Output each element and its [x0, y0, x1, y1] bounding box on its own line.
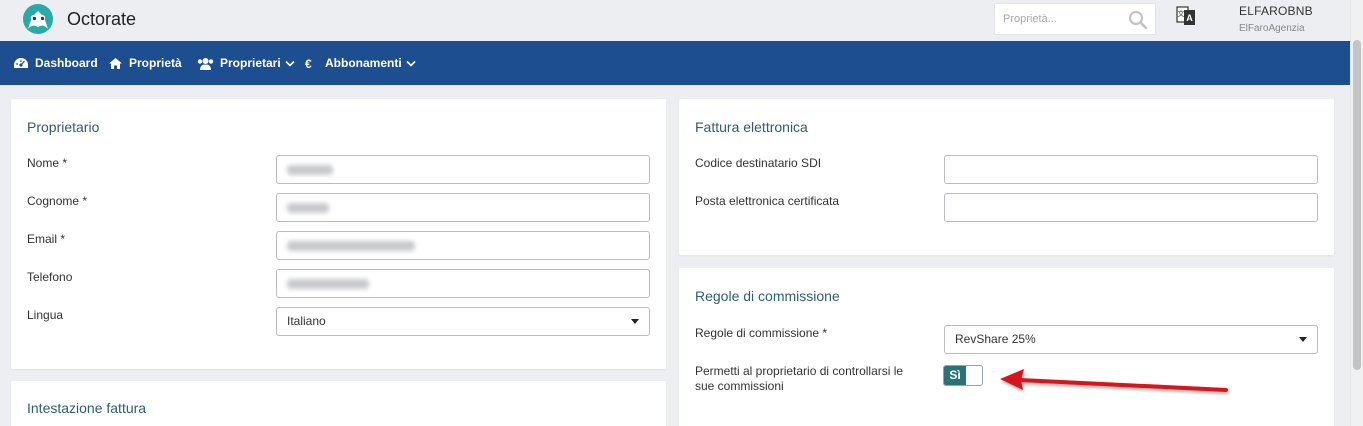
main-navbar: Dashboard Proprietà Proprietari € Abbona…: [0, 41, 1350, 85]
svg-text:€: €: [305, 57, 312, 70]
nav-subscriptions[interactable]: € Abbonamenti: [304, 41, 416, 85]
brand-name[interactable]: Octorate: [67, 9, 136, 30]
svg-text:文: 文: [1178, 9, 1185, 18]
sdi-code-input[interactable]: [944, 155, 1318, 184]
commission-permission-label: Permetti al proprietario di controllarsi…: [695, 364, 904, 393]
email-label: Email *: [27, 232, 66, 246]
commission-rule-select[interactable]: RevShare 25%: [944, 325, 1318, 354]
commission-panel: Regole di commissione Regole di commissi…: [679, 268, 1334, 426]
phone-label: Telefono: [27, 270, 73, 284]
language-select-value: Italiano: [287, 314, 326, 328]
language-icon[interactable]: A 文: [1176, 6, 1196, 26]
sdi-code-label: Codice destinatario SDI: [695, 156, 822, 170]
chevron-down-icon: [406, 60, 416, 67]
user-agency: ElFaroAgenzia: [1239, 23, 1305, 34]
dashboard-icon: [14, 57, 28, 68]
first-name-label: Nome *: [27, 156, 68, 170]
page-scrollbar[interactable]: [1350, 0, 1363, 426]
toggle-on-label: Sì: [944, 366, 966, 385]
nav-owners[interactable]: Proprietari: [197, 41, 295, 85]
redacted-value: [287, 279, 369, 289]
nav-dashboard-label: Dashboard: [35, 56, 98, 70]
redacted-value: [287, 203, 329, 213]
phone-input[interactable]: [276, 269, 650, 298]
owner-panel-title: Proprietario: [27, 119, 100, 135]
property-search[interactable]: [994, 3, 1156, 35]
svg-text:A: A: [1186, 13, 1193, 23]
last-name-input[interactable]: [276, 193, 650, 222]
scrollbar-thumb[interactable]: [1353, 40, 1361, 370]
pec-input[interactable]: [944, 193, 1318, 222]
nav-properties[interactable]: Proprietà: [108, 41, 182, 85]
search-icon[interactable]: [1128, 10, 1148, 30]
caret-down-icon: [1299, 337, 1307, 342]
caret-down-icon: [631, 319, 639, 324]
nav-owners-label: Proprietari: [220, 56, 281, 70]
commission-panel-title: Regole di commissione: [695, 288, 840, 304]
top-header: Octorate A 文 ELFAROBNB ElFaroAgenzia: [0, 0, 1363, 41]
email-input[interactable]: [276, 231, 650, 260]
property-search-input[interactable]: [995, 4, 1123, 34]
invoice-header-panel-title: Intestazione fattura: [27, 400, 147, 416]
language-select[interactable]: Italiano: [276, 307, 650, 336]
language-label: Lingua: [27, 308, 64, 322]
home-icon: [109, 57, 122, 69]
octorate-logo[interactable]: [22, 3, 54, 35]
invoice-header-panel: Intestazione fattura: [11, 381, 666, 426]
commission-rule-value: RevShare 25%: [955, 332, 1036, 346]
nav-dashboard[interactable]: Dashboard: [13, 41, 98, 85]
einvoice-panel: Fattura elettronica Codice destinatario …: [679, 99, 1334, 255]
annotation-arrow-icon: [1000, 369, 1228, 392]
chevron-down-icon: [285, 60, 295, 67]
commission-permission-toggle[interactable]: Sì: [943, 365, 983, 386]
last-name-label: Cognome *: [27, 194, 88, 208]
pec-label: Posta elettronica certificata: [695, 194, 840, 208]
einvoice-panel-title: Fattura elettronica: [695, 119, 808, 135]
first-name-input[interactable]: [276, 155, 650, 184]
nav-subscriptions-label: Abbonamenti: [325, 56, 402, 70]
euro-icon: €: [305, 57, 312, 70]
redacted-value: [287, 241, 415, 251]
commission-rule-label: Regole di commissione *: [695, 326, 828, 340]
users-icon: [197, 57, 214, 70]
owner-panel: Proprietario Nome * Cognome * Email * Te…: [11, 99, 666, 369]
user-name[interactable]: ELFAROBNB: [1239, 4, 1313, 18]
nav-properties-label: Proprietà: [129, 56, 182, 70]
redacted-value: [287, 165, 333, 175]
